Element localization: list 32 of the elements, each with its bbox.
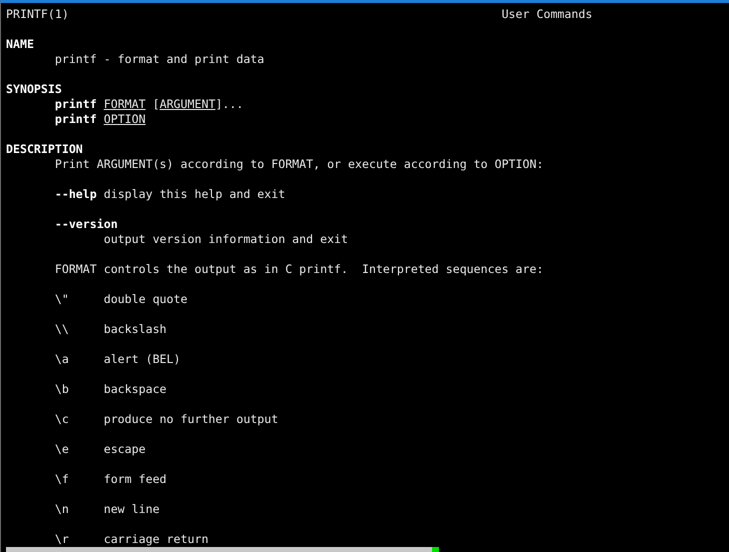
man-text-line: --version	[54, 217, 118, 232]
escape-description: backspace	[104, 382, 167, 397]
escape-code: \"	[54, 292, 70, 307]
escape-description: produce no further output	[104, 412, 278, 427]
escape-code: \c	[54, 412, 70, 427]
man-text-line: output version information and exit	[104, 232, 348, 247]
page-header-section: User Commands	[502, 7, 592, 22]
man-text-line: --help display this help and exit	[54, 187, 286, 202]
escape-description: carriage return	[104, 532, 208, 547]
section-heading: NAME	[6, 37, 34, 52]
man-text-line: Print ARGUMENT(s) according to FORMAT, or execute according to OPTION:	[54, 157, 544, 172]
escape-description: new line	[104, 502, 160, 517]
section-heading: DESCRIPTION	[6, 142, 83, 157]
escape-code: \r	[54, 532, 70, 547]
escape-code: \a	[54, 352, 70, 367]
escape-code: \b	[54, 382, 70, 397]
man-text-line: FORMAT controls the output as in C printf. Interpreted sequences are:	[54, 262, 544, 277]
page-header-title: PRINTF(1)	[6, 7, 69, 22]
escape-code: \\	[54, 322, 70, 337]
escape-description: escape	[104, 442, 146, 457]
escape-description: alert (BEL)	[104, 352, 180, 367]
man-text-line: printf FORMAT [ARGUMENT]...	[54, 97, 244, 112]
section-heading: SYNOPSIS	[6, 82, 62, 97]
escape-code: \e	[54, 442, 70, 457]
man-text-line: printf - format and print data	[54, 52, 264, 67]
escape-description: backslash	[104, 322, 167, 337]
man-text-line: printf OPTION	[54, 112, 146, 127]
escape-description: double quote	[104, 292, 188, 307]
escape-code: \f	[54, 472, 70, 487]
escape-description: form feed	[104, 472, 167, 487]
cursor-block	[432, 547, 439, 552]
escape-code: \n	[54, 502, 70, 517]
